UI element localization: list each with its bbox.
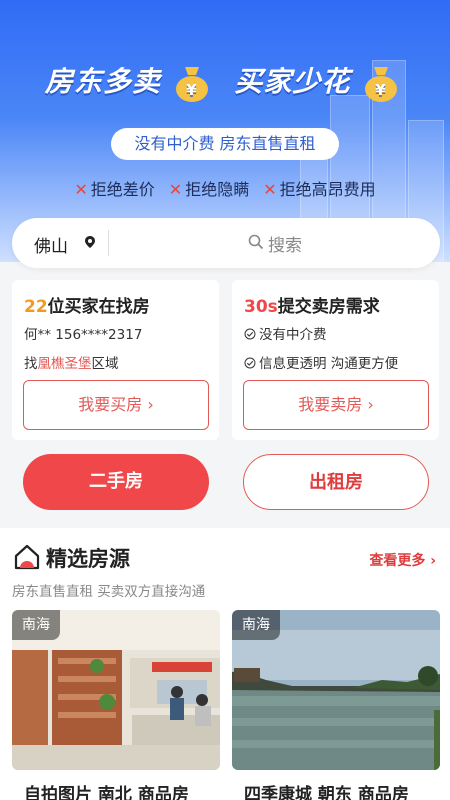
section-subtitle: 房东直售直租 买卖双方直接沟通 — [12, 584, 206, 600]
check-circle-icon — [244, 328, 256, 340]
bag-symbol: ¥ — [186, 81, 197, 99]
listing-photo[interactable]: 南海 — [232, 610, 440, 770]
reject-item: ✕ 拒绝差价 — [74, 180, 155, 199]
buyer-contact: 何** 156****2317 — [24, 327, 143, 343]
district-tag: 南海 — [232, 610, 280, 640]
location-pin-icon[interactable] — [84, 235, 96, 249]
cross-icon: ✕ — [74, 180, 88, 199]
banner-subtitle: 没有中介费 房东直售直租 — [111, 128, 339, 160]
view-more-link[interactable]: 查看更多 › — [369, 550, 436, 570]
sell-house-button[interactable]: 我要卖房 › — [243, 380, 429, 430]
buy-house-button[interactable]: 我要买房 › — [23, 380, 209, 430]
slogan-left: 房东多卖 — [44, 65, 161, 98]
seller-headline: 30s提交卖房需求 — [244, 297, 380, 317]
cross-icon: ✕ — [263, 180, 277, 199]
reject-item: ✕ 拒绝隐瞒 — [168, 180, 250, 199]
seller-point: 信息更透明 沟通更方便 — [244, 352, 398, 372]
seller-card: 30s提交卖房需求 没有中介费 信息更透明 沟通更方便 我要卖房 › — [232, 280, 439, 440]
search-bar: 佛山 搜索 — [12, 218, 440, 268]
money-bag-icon: ¥ — [175, 67, 208, 102]
reject-item: ✕ 拒绝高昂费用 — [263, 180, 376, 199]
search-input[interactable]: 搜索 — [268, 231, 302, 256]
home-icon — [14, 544, 40, 570]
search-icon[interactable] — [248, 234, 264, 250]
listing-photo[interactable]: 南海 — [12, 610, 220, 770]
buyer-headline: 22位买家在找房 — [24, 297, 150, 317]
banner-slogan: 房东多卖 ¥ 买家少花 ¥ — [0, 60, 450, 103]
city-selector[interactable]: 佛山 — [34, 232, 68, 257]
seller-point: 没有中介费 — [244, 323, 327, 343]
check-circle-icon — [244, 357, 256, 369]
district-tag: 南海 — [12, 610, 60, 640]
bag-symbol: ¥ — [375, 81, 386, 99]
listing-title[interactable]: 自拍图片 南北 商品房 — [24, 780, 189, 800]
listing-title[interactable]: 四季康城 朝东 商品房 — [244, 780, 409, 800]
slogan-right: 买家少花 — [234, 65, 351, 98]
featured-section: 精选房源 查看更多 › 房东直售直租 买卖双方直接沟通 南海 南海 自拍图片 南… — [0, 528, 450, 800]
divider — [108, 230, 109, 256]
rental-button[interactable]: 出租房 — [243, 454, 429, 510]
money-bag-icon: ¥ — [365, 67, 398, 102]
reject-list: ✕ 拒绝差价 ✕ 拒绝隐瞒 ✕ 拒绝高昂费用 — [0, 176, 450, 200]
section-title: 精选房源 — [46, 547, 130, 571]
buyer-card: 22位买家在找房 何** 156****2317 找凰樵圣堡区域 我要买房 › — [12, 280, 219, 440]
buyer-area: 找凰樵圣堡区域 — [24, 356, 119, 372]
cross-icon: ✕ — [168, 180, 183, 199]
second-hand-button[interactable]: 二手房 — [23, 454, 209, 510]
